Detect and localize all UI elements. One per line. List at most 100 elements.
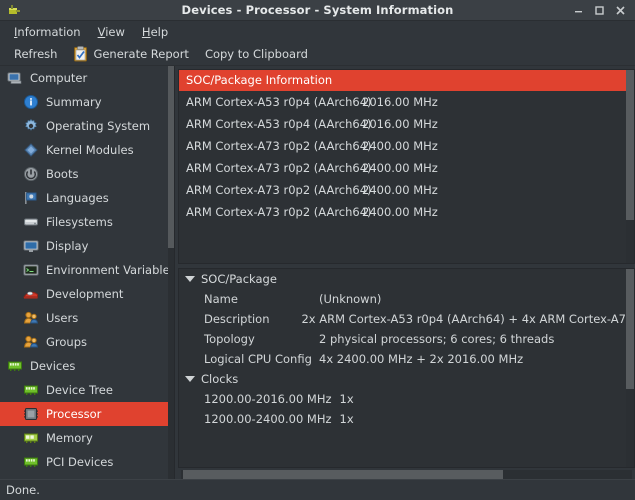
statusbar: Done. [0,479,635,500]
copy-to-clipboard-button[interactable]: Copy to Clipboard [197,45,316,63]
detail-row[interactable]: Topology 2 physical processors; 6 cores; … [179,329,626,349]
processor-list-panel: SOC/Package Information ARM Cortex-A53 r… [178,69,635,264]
detail-group-title: SOC/Package [201,272,277,286]
processor-frequency: 2016.00 MHz [362,117,438,131]
refresh-button[interactable]: Refresh [6,45,65,63]
sidebar-item-label: Processor [46,407,102,421]
users-icon [23,310,39,326]
detail-value: (Unknown) [319,292,382,306]
table-row[interactable]: ARM Cortex-A73 r0p2 (AArch64) 2400.00 MHz [179,135,626,157]
sidebar-item-display[interactable]: Display [0,234,168,258]
sidebar: Computer Summary Operating System Kernel Mo… [0,66,175,479]
menu-help[interactable]: Help [135,23,175,41]
sidebar-item-label: Display [46,239,89,253]
generate-report-button[interactable]: Generate Report [65,44,197,64]
table-row[interactable]: ARM Cortex-A73 r0p2 (AArch64) 2400.00 MHz [179,201,626,223]
table-row[interactable]: ARM Cortex-A73 r0p2 (AArch64) 2400.00 MHz [179,179,626,201]
sidebar-item-boots[interactable]: Boots [0,162,168,186]
module-icon [23,142,39,158]
info-icon [23,94,39,110]
processor-list-header: SOC/Package Information [179,70,626,91]
sidebar-item-groups[interactable]: Groups [0,330,168,354]
detail-key: Name [204,292,238,306]
sidebar-item-summary[interactable]: Summary [0,90,168,114]
sidebar-list: Computer Summary Operating System Kernel Mo… [0,66,174,479]
processor-model: ARM Cortex-A73 r0p2 (AArch64) [186,139,372,153]
detail-row[interactable]: 1200.00-2016.00 MHz 1x [179,389,626,409]
sidebar-item-environment-variables[interactable]: Environment Variables [0,258,174,282]
devices-icon [7,358,23,374]
detail-key: Topology [204,332,255,346]
sidebar-item-languages[interactable]: Languages [0,186,168,210]
chevron-down-icon[interactable] [185,375,195,384]
detail-horizontal-scrollbar-thumb[interactable] [183,470,503,479]
drive-icon [23,214,39,230]
close-icon[interactable] [615,5,626,16]
processor-list[interactable]: SOC/Package Information ARM Cortex-A53 r… [179,70,626,263]
refresh-label: Refresh [14,46,58,61]
menu-view[interactable]: View [91,23,132,41]
sidebar-item-computer[interactable]: Computer [0,66,168,90]
detail-row[interactable]: 1200.00-2400.00 MHz 1x [179,409,626,429]
detail-scrollbar-thumb[interactable] [626,269,634,389]
detail-group-header[interactable]: SOC/Package [179,269,626,289]
sidebar-item-device-tree[interactable]: Device Tree [0,378,168,402]
sidebar-item-processor[interactable]: Processor [0,402,168,426]
sidebar-item-label: Kernel Modules [46,143,134,157]
sidebar-item-label: Environment Variables [46,263,175,277]
processor-model: ARM Cortex-A73 r0p2 (AArch64) [186,205,372,219]
detail-value: 2 physical processors; 6 cores; 6 thread… [319,332,555,346]
titlebar: Devices - Processor - System Information [0,0,635,21]
clipboard-report-icon [73,45,88,62]
maximize-icon[interactable] [594,5,605,16]
detail-key: 1200.00-2016.00 MHz [204,392,332,406]
groups-icon [23,334,39,350]
table-row[interactable]: ARM Cortex-A73 r0p2 (AArch64) 2400.00 MHz [179,157,626,179]
table-row[interactable]: ARM Cortex-A53 r0p4 (AArch64) 2016.00 MHz [179,113,626,135]
system-information-window: Devices - Processor - System Information… [0,0,635,500]
sidebar-item-pci-devices[interactable]: PCI Devices [0,450,168,474]
sidebar-scrollbar[interactable] [168,66,174,479]
sidebar-item-users[interactable]: Users [0,306,168,330]
sidebar-item-memory[interactable]: Memory [0,426,168,450]
menubar: Information View Help [0,21,635,42]
processor-model: ARM Cortex-A73 r0p2 (AArch64) [186,183,372,197]
window-title: Devices - Processor - System Information [181,3,454,17]
processor-frequency: 2400.00 MHz [362,139,438,153]
minimize-icon[interactable] [573,5,584,16]
sidebar-item-development[interactable]: Development [0,282,168,306]
sidebar-item-operating-system[interactable]: Operating System [0,114,168,138]
table-row[interactable]: ARM Cortex-A53 r0p4 (AArch64) 2016.00 MHz [179,91,626,113]
gear-icon [23,118,39,134]
toolbar: Refresh Generate Report Copy to Clipboar… [0,42,635,66]
detail-group-header[interactable]: Clocks [179,369,626,389]
sidebar-item-label: Memory [46,431,93,445]
detail-key: Description [204,312,270,326]
development-icon [23,286,39,302]
sidebar-item-kernel-modules[interactable]: Kernel Modules [0,138,168,162]
detail-horizontal-scrollbar[interactable] [181,470,632,479]
sidebar-item-label: Summary [46,95,102,109]
sidebar-item-filesystems[interactable]: Filesystems [0,210,168,234]
processor-list-scrollbar-thumb[interactable] [626,70,634,220]
menu-information[interactable]: Information [7,23,88,41]
chevron-down-icon[interactable] [185,275,195,284]
detail-row[interactable]: Name (Unknown) [179,289,626,309]
status-text: Done. [6,483,40,497]
sidebar-scrollbar-thumb[interactable] [168,66,174,248]
display-icon [23,238,39,254]
sidebar-item-devices[interactable]: Devices [0,354,168,378]
processor-list-scrollbar[interactable] [626,70,634,263]
sidebar-item-label: Users [46,311,79,325]
sidebar-item-label: Devices [30,359,76,373]
sidebar-item-label: Filesystems [46,215,113,229]
sidebar-item-usb-devices[interactable]: USB Devices [0,474,168,479]
detail-scrollbar[interactable] [626,269,634,467]
detail-tree[interactable]: SOC/Package Name (Unknown) Description 2x AR… [179,269,626,467]
detail-group-title: Clocks [201,372,239,386]
detail-key: Logical CPU Config [204,352,312,366]
detail-row[interactable]: Description 2x ARM Cortex-A53 r0p4 (AArch… [179,309,626,329]
sidebar-item-label: Computer [30,71,88,85]
processor-icon [23,406,39,422]
detail-row[interactable]: Logical CPU Config 4x 2400.00 MHz + 2x 20… [179,349,626,369]
